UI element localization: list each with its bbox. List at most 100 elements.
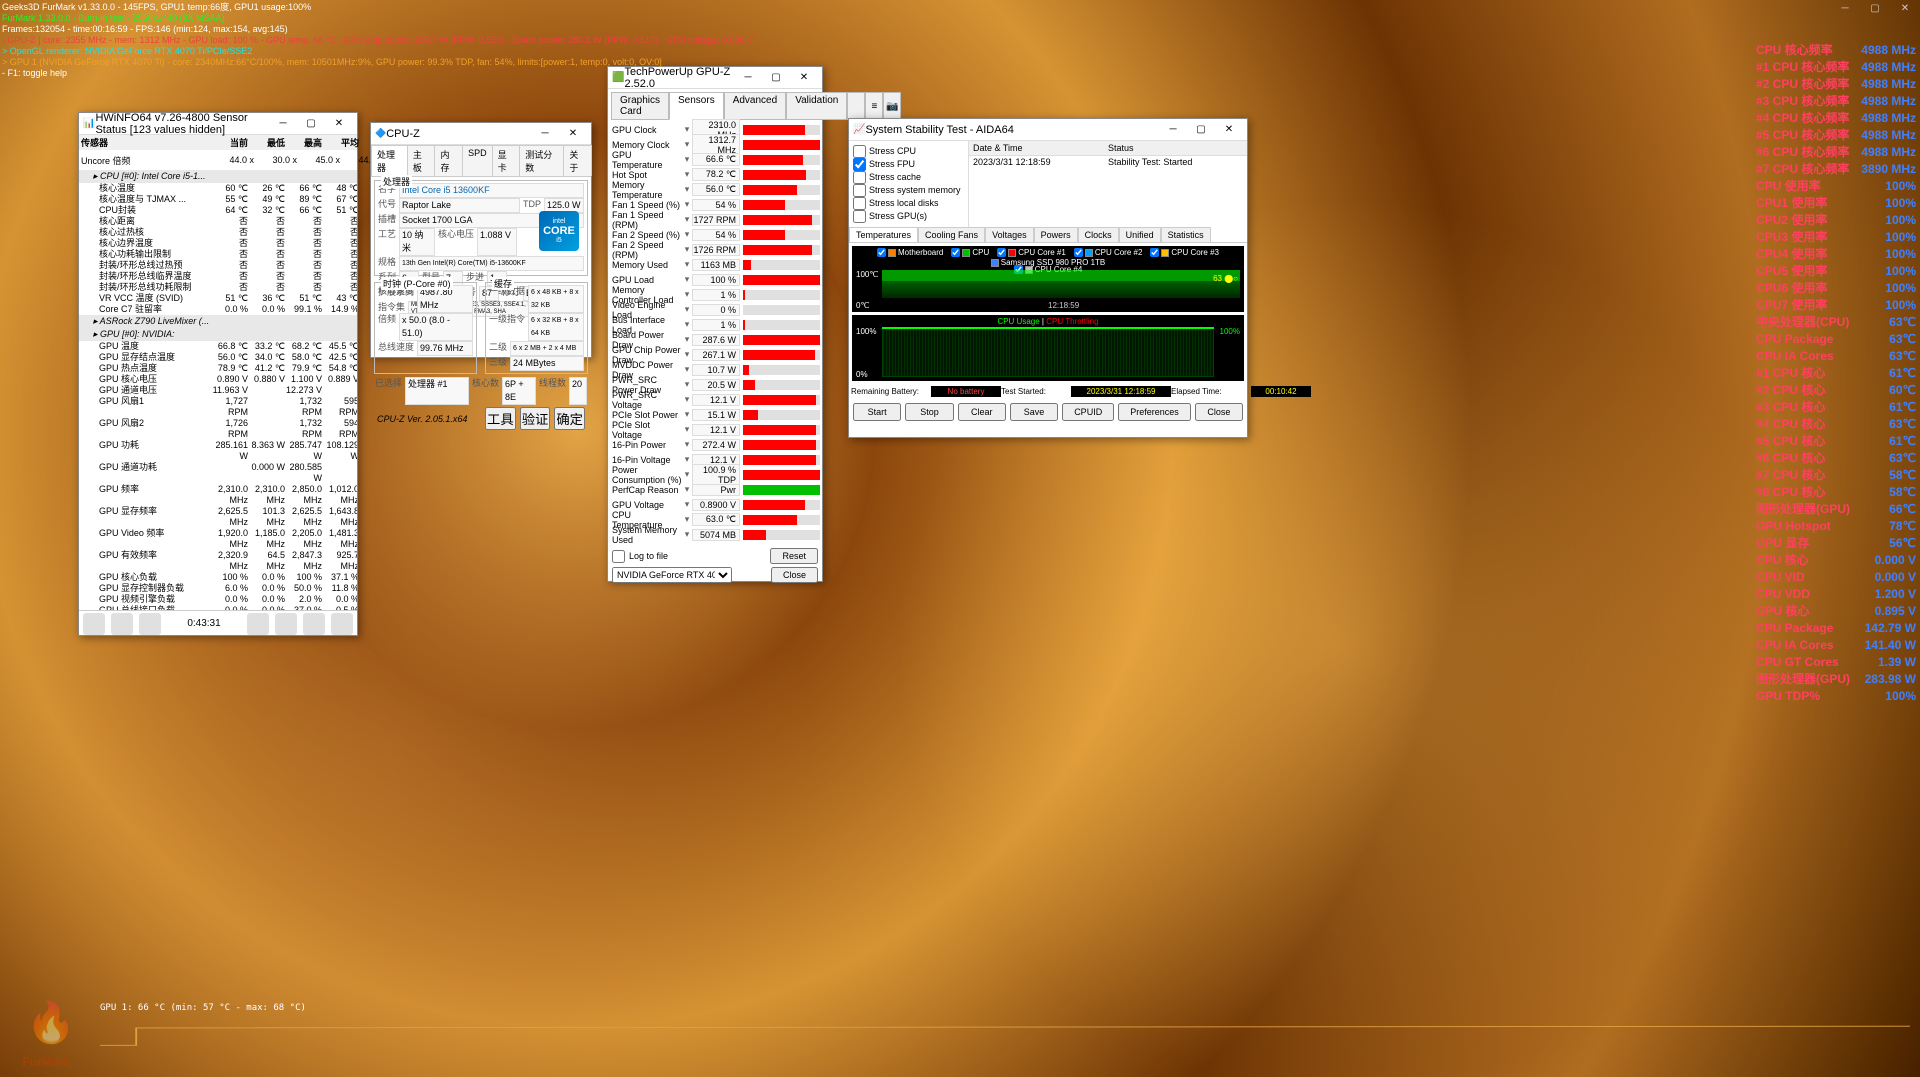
close-button[interactable]: ✕	[1890, 0, 1920, 16]
log-to-file-checkbox[interactable]: Log to file	[612, 550, 668, 563]
gpu-select[interactable]: NVIDIA GeForce RTX 4070 Ti	[612, 567, 732, 583]
save-button[interactable]: Save	[1010, 403, 1058, 421]
dropdown-icon[interactable]: ▾	[682, 259, 692, 270]
dropdown-icon[interactable]: ▾	[682, 394, 692, 405]
chart-tab-unified[interactable]: Unified	[1119, 227, 1161, 242]
reset-button[interactable]: Reset	[770, 548, 818, 564]
hwinfo-icon: 📊	[83, 118, 95, 129]
ok-button[interactable]: 确定	[554, 407, 585, 430]
validate-button[interactable]: 验证	[520, 407, 551, 430]
tools-button[interactable]: 工具	[485, 407, 516, 430]
dropdown-icon[interactable]: ▾	[682, 154, 692, 165]
toolbar-icon[interactable]	[331, 613, 353, 635]
stop-button[interactable]: Stop	[905, 403, 953, 421]
gpuz-window[interactable]: 🟩 TechPowerUp GPU-Z 2.52.0 ─ ▢ ✕ Graphic…	[607, 66, 823, 582]
hwinfo-section-header[interactable]: ▸ ASRock Z790 LiveMixer (...	[79, 315, 357, 328]
toolbar-icon[interactable]	[303, 613, 325, 635]
toolbar-icon[interactable]	[139, 613, 161, 635]
tab-测试分数[interactable]: 测试分数	[519, 145, 564, 176]
tab-sensors[interactable]: Sensors	[669, 92, 724, 120]
dropdown-icon[interactable]: ▾	[682, 529, 692, 540]
minimize-button[interactable]: ─	[531, 125, 559, 143]
tab-关于[interactable]: 关于	[563, 145, 592, 176]
furmark-logo-icon	[8, 993, 84, 1069]
dropdown-icon[interactable]: ▾	[682, 334, 692, 345]
dropdown-icon[interactable]: ▾	[682, 469, 692, 480]
cpu-selector[interactable]: 处理器 #1	[405, 377, 469, 405]
hamburger-icon[interactable]: ≡	[865, 92, 883, 120]
cpuid-button[interactable]: CPUID	[1062, 403, 1114, 421]
dropdown-icon[interactable]: ▾	[682, 439, 692, 450]
dropdown-icon[interactable]: ▾	[682, 514, 692, 525]
tab-内存[interactable]: 内存	[434, 145, 463, 176]
maximize-button[interactable]: ▢	[297, 115, 325, 133]
close-button[interactable]: ✕	[1215, 121, 1243, 139]
dropdown-icon[interactable]: ▾	[682, 379, 692, 390]
minimize-button[interactable]: ─	[269, 115, 297, 133]
maximize-button[interactable]: ▢	[1860, 0, 1890, 16]
chart-tab-statistics[interactable]: Statistics	[1161, 227, 1211, 242]
hwinfo-section-header[interactable]: ▸ CPU [#0]: Intel Core i5-1...	[79, 170, 357, 183]
close-button[interactable]: ✕	[790, 69, 818, 87]
cpuz-window[interactable]: 🔷 CPU-Z ─ ✕ 处理器主板内存SPD显卡测试分数关于 处理器 intel…	[370, 122, 592, 358]
dropdown-icon[interactable]: ▾	[682, 139, 692, 150]
dropdown-icon[interactable]: ▾	[682, 484, 692, 495]
hwinfo-sensor-list[interactable]: ▸ CPU [#0]: Intel Core i5-1...核心温度60 ℃26…	[79, 170, 357, 610]
dropdown-icon[interactable]: ▾	[682, 409, 692, 420]
dropdown-icon[interactable]: ▾	[682, 349, 692, 360]
stress-checkbox-1[interactable]: Stress FPU	[853, 158, 964, 171]
close-button[interactable]: ✕	[559, 125, 587, 143]
maximize-button[interactable]: ▢	[1187, 121, 1215, 139]
chart-tab-clocks[interactable]: Clocks	[1078, 227, 1119, 242]
toolbar-icon[interactable]	[83, 613, 105, 635]
dropdown-icon[interactable]: ▾	[682, 274, 692, 285]
minimize-button[interactable]: ─	[1159, 121, 1187, 139]
toolbar-icon[interactable]	[275, 613, 297, 635]
dropdown-icon[interactable]: ▾	[682, 424, 692, 435]
tab-validation[interactable]: Validation	[786, 92, 847, 120]
stress-checkbox-5[interactable]: Stress GPU(s)	[853, 210, 964, 223]
osd-row: CPU 核心频率4988 MHz	[1756, 42, 1916, 59]
dropdown-icon[interactable]: ▾	[682, 364, 692, 375]
dropdown-icon[interactable]: ▾	[682, 319, 692, 330]
tab-处理器[interactable]: 处理器	[371, 145, 408, 176]
start-button[interactable]: Start	[853, 403, 901, 421]
dropdown-icon[interactable]: ▾	[682, 169, 692, 180]
hwinfo-section-header[interactable]: ▸ GPU [#0]: NVIDIA:	[79, 328, 357, 341]
minimize-button[interactable]: ─	[1830, 0, 1860, 16]
aida64-window[interactable]: 📈 System Stability Test - AIDA64 ─ ▢ ✕ S…	[848, 118, 1248, 438]
dropdown-icon[interactable]: ▾	[682, 184, 692, 195]
dropdown-icon[interactable]: ▾	[682, 229, 692, 240]
stress-checkbox-0[interactable]: Stress CPU	[853, 145, 964, 158]
tab-主板[interactable]: 主板	[407, 145, 436, 176]
tab-graphics-card[interactable]: Graphics Card	[611, 92, 669, 120]
toolbar-icon[interactable]	[111, 613, 133, 635]
close-button-bottom[interactable]: Close	[771, 567, 818, 583]
close-button[interactable]: ✕	[325, 115, 353, 133]
dropdown-icon[interactable]: ▾	[682, 289, 692, 300]
dropdown-icon[interactable]: ▾	[682, 199, 692, 210]
dropdown-icon[interactable]: ▾	[682, 454, 692, 465]
preferences-button[interactable]: Preferences	[1118, 403, 1191, 421]
dropdown-icon[interactable]: ▾	[682, 499, 692, 510]
chart-tab-cooling fans[interactable]: Cooling Fans	[918, 227, 985, 242]
dropdown-icon[interactable]: ▾	[682, 124, 692, 135]
stress-checkbox-4[interactable]: Stress local disks	[853, 197, 964, 210]
clear-button[interactable]: Clear	[958, 403, 1006, 421]
chart-tab-powers[interactable]: Powers	[1034, 227, 1078, 242]
hwinfo-window[interactable]: 📊 HWiNFO64 v7.26-4800 Sensor Status [123…	[78, 112, 358, 636]
dropdown-icon[interactable]: ▾	[682, 244, 692, 255]
tab-advanced[interactable]: Advanced	[724, 92, 786, 120]
tab-SPD[interactable]: SPD	[462, 145, 493, 176]
chart-tab-temperatures[interactable]: Temperatures	[849, 227, 918, 242]
chart-tab-voltages[interactable]: Voltages	[985, 227, 1034, 242]
stress-checkbox-3[interactable]: Stress system memory	[853, 184, 964, 197]
camera-icon[interactable]: 📷	[883, 92, 901, 120]
maximize-button[interactable]: ▢	[762, 69, 790, 87]
toolbar-icon[interactable]	[247, 613, 269, 635]
stress-checkbox-2[interactable]: Stress cache	[853, 171, 964, 184]
dropdown-icon[interactable]: ▾	[682, 214, 692, 225]
dropdown-icon[interactable]: ▾	[682, 304, 692, 315]
close-button[interactable]: Close	[1195, 403, 1243, 421]
tab-显卡[interactable]: 显卡	[492, 145, 521, 176]
